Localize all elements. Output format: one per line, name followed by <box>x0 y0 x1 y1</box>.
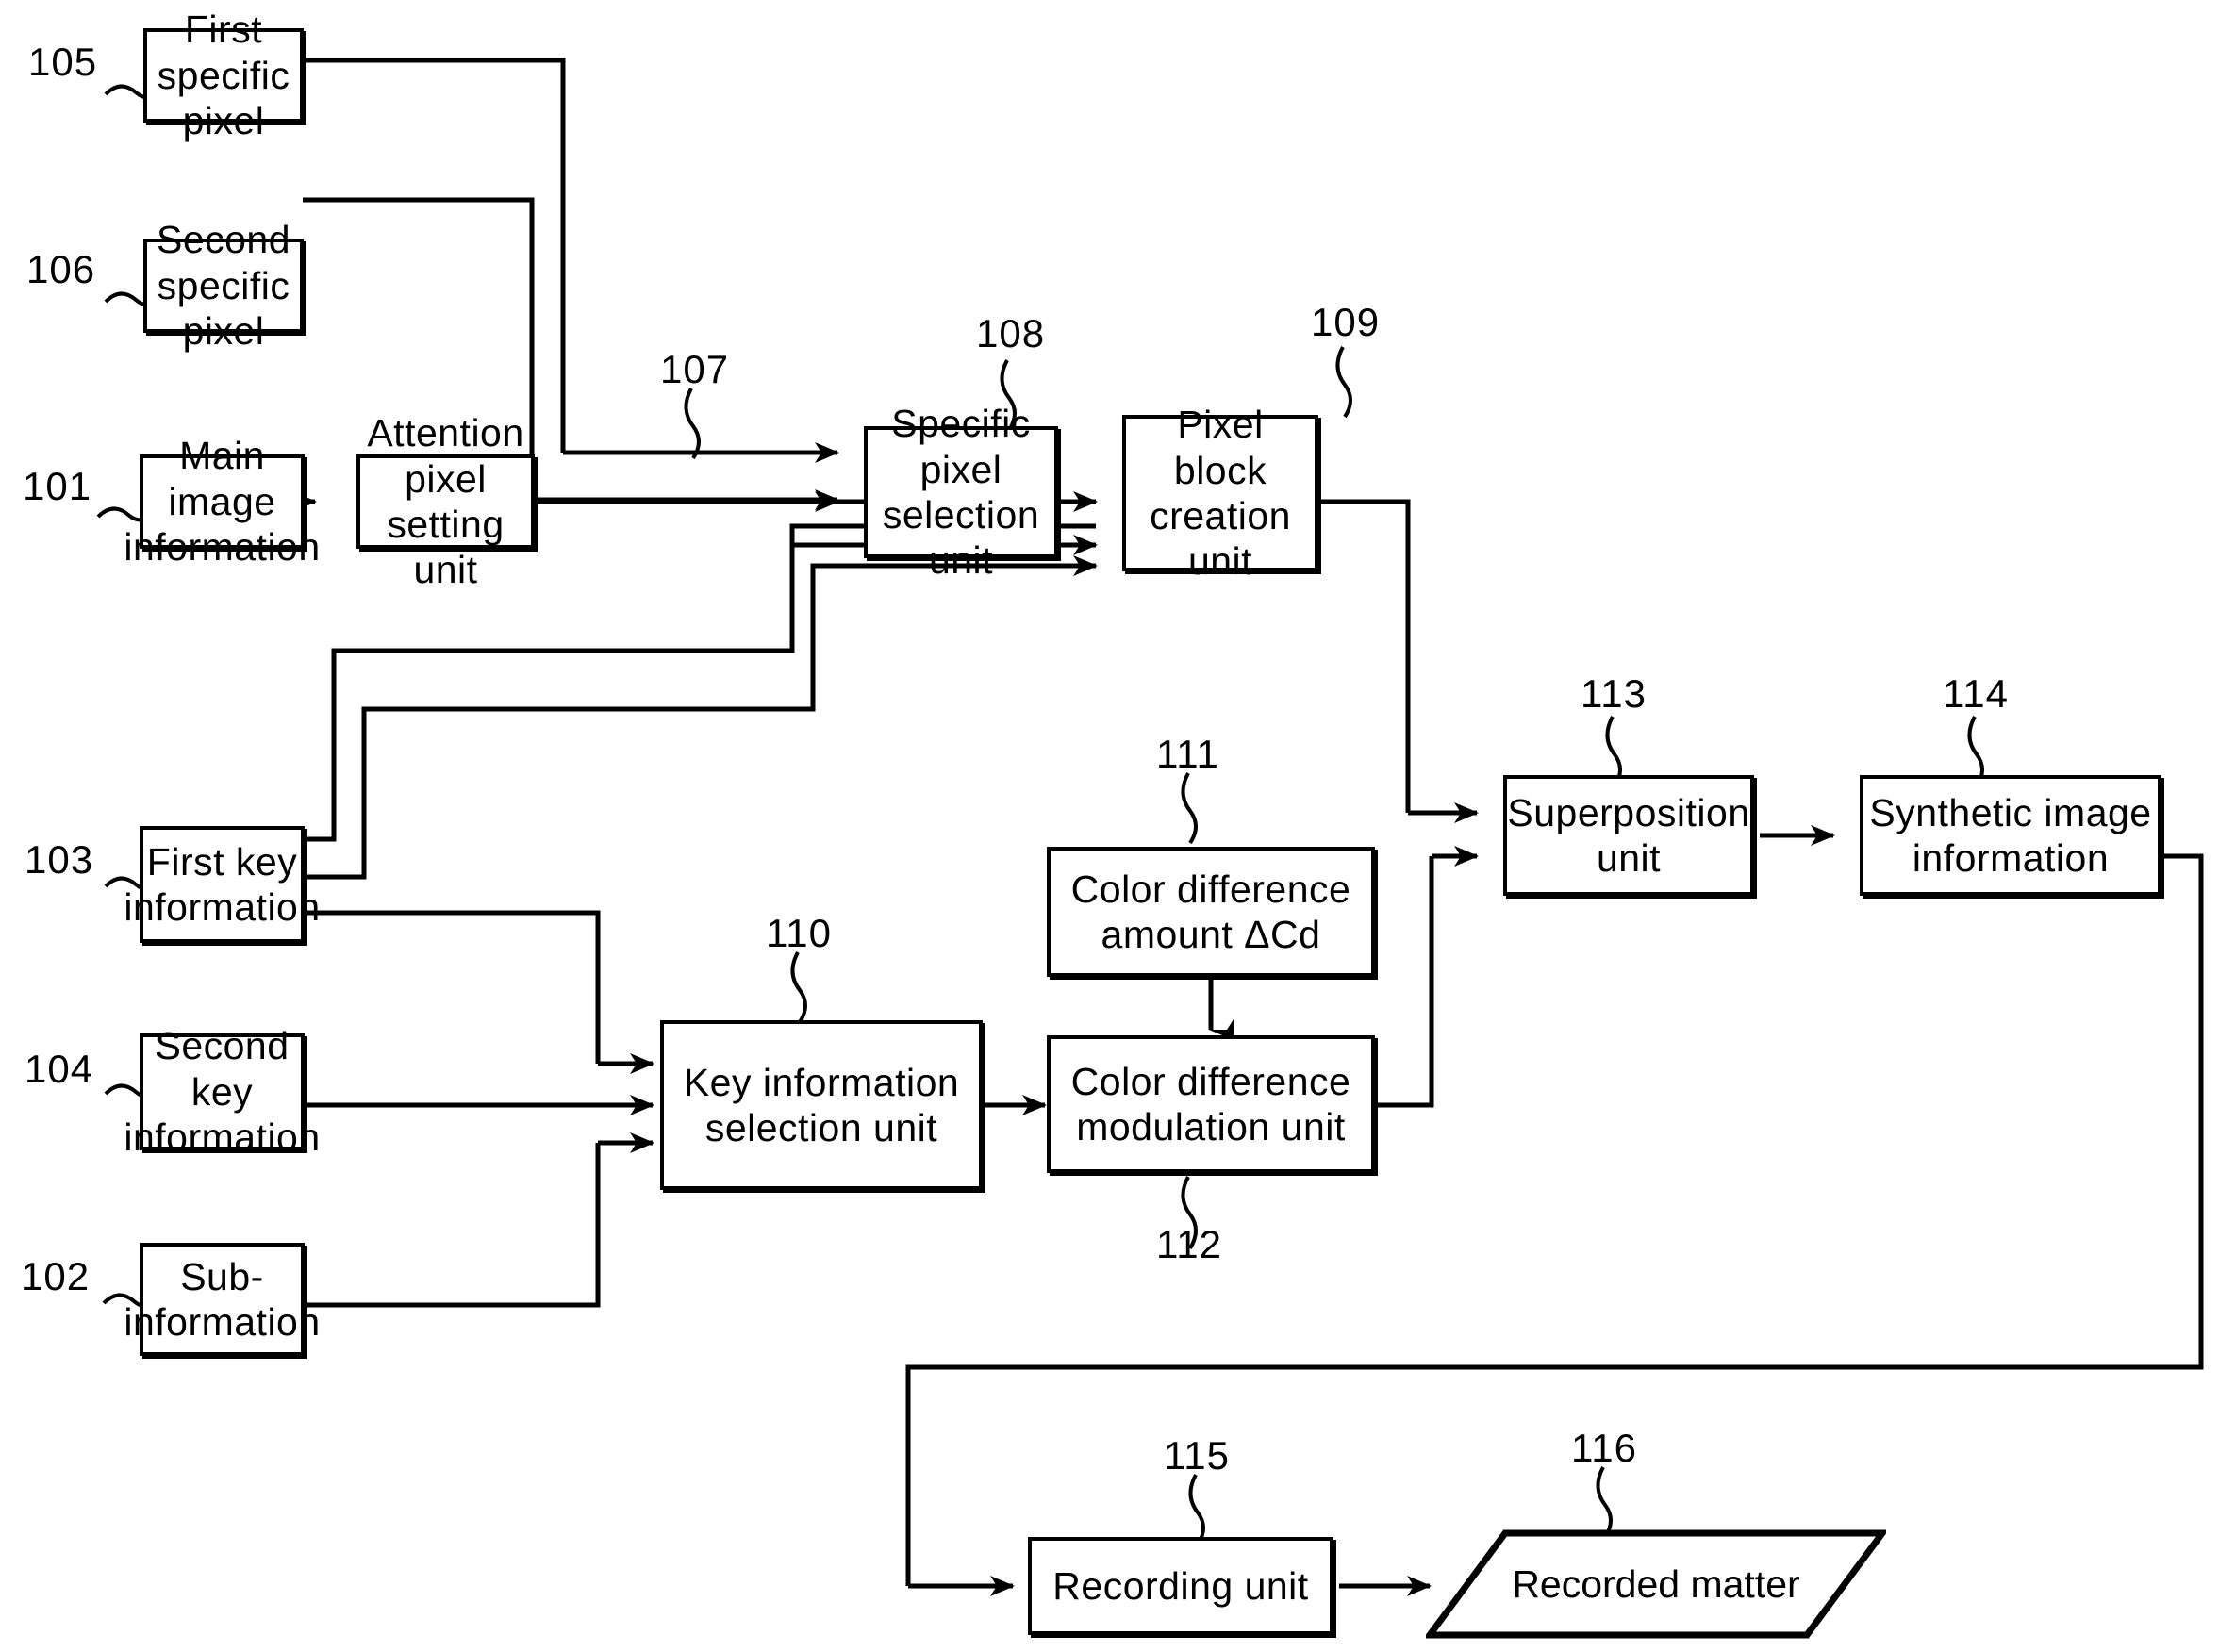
ref-106: 106 <box>26 247 96 291</box>
wire-105-to-108 <box>303 58 566 453</box>
leader-116 <box>1596 1466 1613 1539</box>
leader-109 <box>1335 346 1352 419</box>
ref-107: 107 <box>660 347 730 391</box>
block-label-106: Second specific pixel <box>156 218 291 354</box>
block-label-102: Sub-information <box>124 1254 321 1344</box>
ref-110: 110 <box>766 911 832 955</box>
ref-112: 112 <box>1156 1222 1222 1266</box>
block-label-105: First specific pixel <box>157 8 290 143</box>
block-specific-pixel-selection-unit[interactable]: Specific pixel selection unit <box>864 402 1058 582</box>
block-label-107: Attention pixel setting unit <box>367 411 524 592</box>
block-label-116: Recorded matter <box>1512 1561 1800 1606</box>
block-color-difference-amount[interactable]: Color difference amount ΔCd <box>1047 847 1375 977</box>
ref-113: 113 <box>1581 671 1647 716</box>
block-synthetic-image-information[interactable]: Synthetic image information <box>1860 775 2161 896</box>
leader-107 <box>684 388 701 460</box>
block-recorded-matter[interactable]: Recorded matter <box>1426 1529 1886 1639</box>
block-sub-information[interactable]: Sub-information <box>124 1243 320 1356</box>
block-label-114: Synthetic image information <box>1869 790 2152 880</box>
ref-103: 103 <box>25 837 94 882</box>
block-main-image-information[interactable]: Main image information <box>124 434 320 569</box>
ref-111: 111 <box>1156 732 1219 776</box>
block-label-115: Recording unit <box>1052 1563 1309 1608</box>
block-recording-unit[interactable]: Recording unit <box>1028 1537 1333 1635</box>
ref-102: 102 <box>21 1254 91 1298</box>
ref-104: 104 <box>25 1047 94 1091</box>
block-attention-pixel-setting-unit[interactable]: Attention pixel setting unit <box>356 411 535 591</box>
block-label-109: Pixel block creation unit <box>1150 403 1291 584</box>
block-label-108: Specific pixel selection unit <box>882 402 1040 583</box>
block-key-information-selection-unit[interactable]: Key information selection unit <box>660 1020 983 1190</box>
ref-108: 108 <box>976 311 1046 355</box>
block-label-101: Main image information <box>124 434 321 570</box>
leader-110 <box>790 951 807 1024</box>
block-pixel-block-creation-unit[interactable]: Pixel block creation unit <box>1122 403 1318 583</box>
block-second-key-information[interactable]: Second key information <box>124 1024 320 1159</box>
block-label-112: Color difference modulation unit <box>1070 1059 1351 1148</box>
ref-115: 115 <box>1164 1433 1230 1478</box>
ref-114: 114 <box>1943 671 2009 716</box>
ref-101: 101 <box>23 464 92 508</box>
block-label-104: Second key information <box>124 1024 321 1160</box>
block-label-111: Color difference amount ΔCd <box>1070 867 1351 956</box>
block-second-specific-pixel[interactable]: Second specific pixel <box>143 218 304 353</box>
ref-105: 105 <box>28 40 98 84</box>
leader-111 <box>1181 772 1198 845</box>
wire-102-to-110 <box>303 1143 601 1308</box>
block-label-110: Key information selection unit <box>683 1060 960 1149</box>
block-superposition-unit[interactable]: Superposition unit <box>1503 775 1754 896</box>
wire-103-to-109-b <box>303 555 1098 880</box>
block-first-key-information[interactable]: First key information <box>124 826 320 943</box>
block-first-specific-pixel[interactable]: First specific pixel <box>143 8 304 142</box>
ref-109: 109 <box>1311 300 1381 344</box>
block-label-103: First key information <box>124 839 321 929</box>
wire-103-to-110 <box>303 910 601 1064</box>
figure-canvas: First specific pixel Second specific pix… <box>0 0 2219 1652</box>
ref-116: 116 <box>1571 1426 1637 1470</box>
block-color-difference-modulation-unit[interactable]: Color difference modulation unit <box>1047 1035 1375 1173</box>
leader-115 <box>1188 1474 1205 1546</box>
block-label-113: Superposition unit <box>1507 790 1750 880</box>
